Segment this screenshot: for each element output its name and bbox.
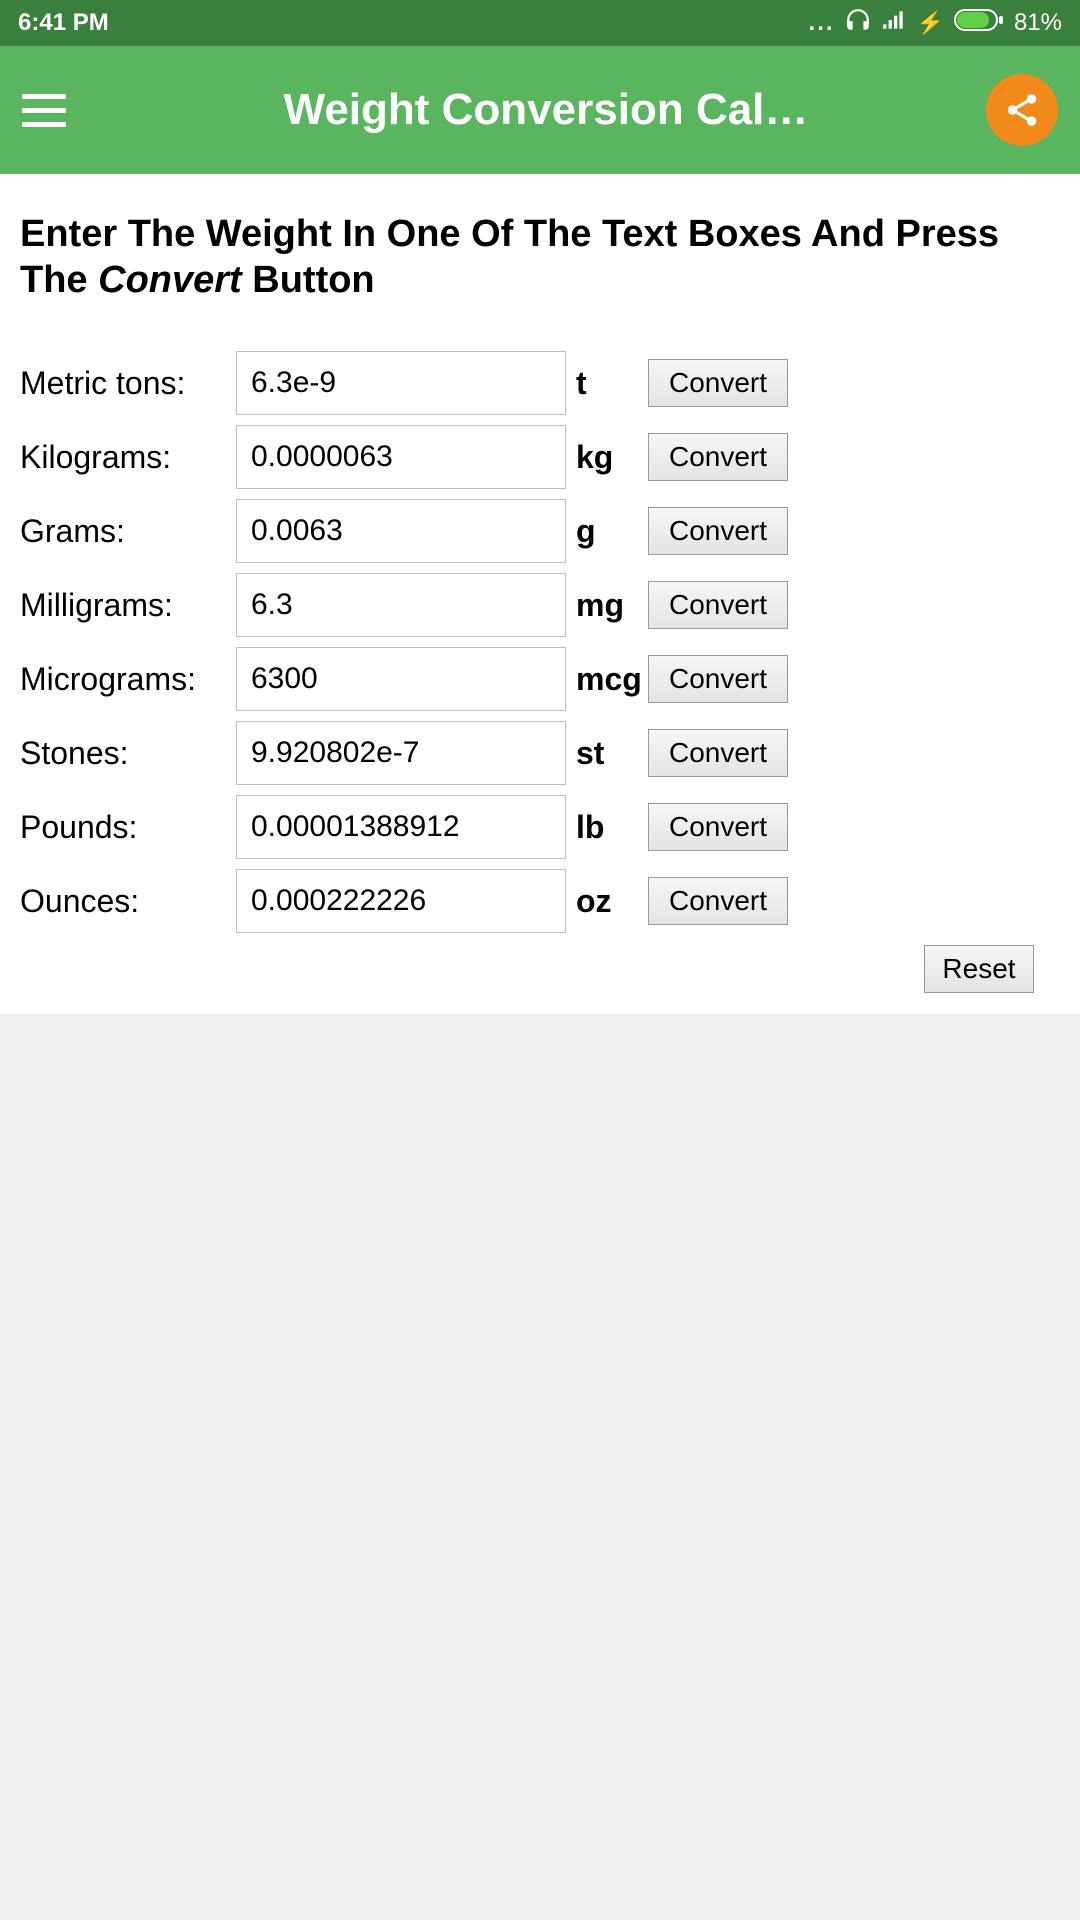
app-title: Weight Conversion Cal…	[116, 85, 986, 135]
signal-icon	[881, 7, 907, 40]
convert-button-metric-tons[interactable]: Convert	[648, 359, 788, 407]
unit-milligrams: mg	[572, 587, 642, 624]
input-pounds[interactable]	[236, 795, 566, 859]
convert-button-ounces[interactable]: Convert	[648, 877, 788, 925]
convert-button-stones[interactable]: Convert	[648, 729, 788, 777]
input-stones[interactable]	[236, 721, 566, 785]
status-bar: 6:41 PM ... ⚡ 81%	[0, 0, 1080, 46]
label-metric-tons: Metric tons:	[20, 365, 230, 402]
convert-button-kilograms[interactable]: Convert	[648, 433, 788, 481]
status-time: 6:41 PM	[18, 9, 109, 37]
content-area: Enter The Weight In One Of The Text Boxe…	[0, 174, 1080, 1014]
label-pounds: Pounds:	[20, 809, 230, 846]
input-ounces[interactable]	[236, 869, 566, 933]
unit-ounces: oz	[572, 883, 642, 920]
input-micrograms[interactable]	[236, 647, 566, 711]
label-micrograms: Micrograms:	[20, 661, 230, 698]
unit-metric-tons: t	[572, 365, 642, 402]
unit-grams: g	[572, 513, 642, 550]
instruction-text: Enter The Weight In One Of The Text Boxe…	[20, 212, 1060, 303]
input-kilograms[interactable]	[236, 425, 566, 489]
convert-button-micrograms[interactable]: Convert	[648, 655, 788, 703]
label-milligrams: Milligrams:	[20, 587, 230, 624]
input-milligrams[interactable]	[236, 573, 566, 637]
more-dots-icon: ...	[809, 9, 835, 37]
label-stones: Stones:	[20, 735, 230, 772]
unit-stones: st	[572, 735, 642, 772]
headphone-icon	[845, 7, 871, 40]
menu-button[interactable]	[22, 83, 76, 137]
convert-button-milligrams[interactable]: Convert	[648, 581, 788, 629]
label-kilograms: Kilograms:	[20, 439, 230, 476]
status-right: ... ⚡ 81%	[809, 7, 1062, 40]
input-metric-tons[interactable]	[236, 351, 566, 415]
reset-button[interactable]: Reset	[924, 945, 1034, 993]
share-button[interactable]	[986, 74, 1058, 146]
reset-row: Reset	[20, 945, 1060, 993]
convert-button-grams[interactable]: Convert	[648, 507, 788, 555]
hamburger-icon	[22, 94, 66, 99]
flash-icon: ⚡	[917, 10, 944, 36]
share-icon	[1003, 91, 1041, 129]
input-grams[interactable]	[236, 499, 566, 563]
unit-pounds: lb	[572, 809, 642, 846]
unit-kilograms: kg	[572, 439, 642, 476]
battery-icon	[954, 9, 1004, 38]
battery-percent: 81%	[1014, 9, 1062, 37]
app-bar: Weight Conversion Cal…	[0, 46, 1080, 174]
units-grid: Metric tons: t Convert Kilograms: kg Con…	[20, 351, 1060, 933]
unit-micrograms: mcg	[572, 661, 642, 698]
label-grams: Grams:	[20, 513, 230, 550]
label-ounces: Ounces:	[20, 883, 230, 920]
convert-button-pounds[interactable]: Convert	[648, 803, 788, 851]
